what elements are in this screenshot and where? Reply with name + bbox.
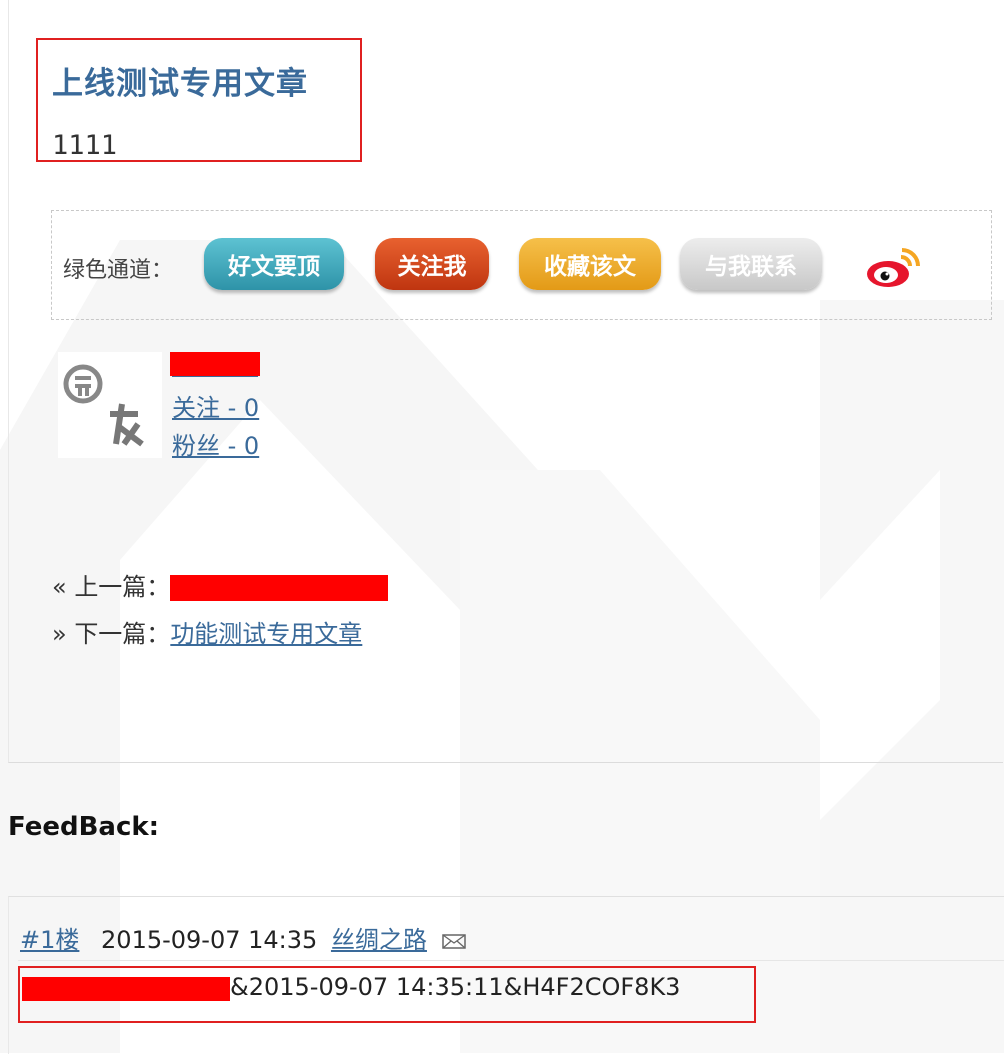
comment-content-redacted: [22, 977, 230, 1001]
post-body: 1111: [52, 130, 118, 161]
next-post-row: » 下一篇：功能测试专用文章: [52, 614, 362, 649]
prev-post-label: « 上一篇：: [52, 573, 171, 601]
prev-post-row: « 上一篇：: [52, 567, 389, 602]
next-post-link[interactable]: 功能测试专用文章: [170, 620, 362, 648]
prev-post-link[interactable]: [170, 573, 389, 601]
comment-floor-link[interactable]: #1楼: [20, 926, 79, 954]
comment-header: #1楼 2015-09-07 14:35 丝绸之路: [20, 920, 467, 955]
next-post-label: » 下一篇：: [52, 620, 171, 648]
weibo-icon[interactable]: [864, 244, 924, 290]
comment-divider: [18, 960, 1004, 961]
follow-count-link[interactable]: 关注 - 0: [172, 388, 259, 423]
recommend-button[interactable]: 好文要顶: [204, 238, 344, 290]
green-channel-label: 绿色通道：: [63, 258, 174, 283]
contact-me-button[interactable]: 与我联系: [680, 238, 822, 290]
follow-me-button[interactable]: 关注我: [375, 238, 489, 290]
author-name-redacted[interactable]: [170, 352, 260, 376]
comment-content: &2015-09-07 14:35:11&H4F2COF8K3: [230, 973, 681, 1001]
comment-author-link[interactable]: 丝绸之路: [331, 926, 427, 954]
bookmark-button[interactable]: 收藏该文: [519, 238, 661, 290]
feedback-heading: FeedBack:: [8, 812, 160, 842]
comment-date: 2015-09-07 14:35: [101, 926, 318, 954]
fans-count-link[interactable]: 粉丝 - 0: [172, 426, 259, 461]
mail-icon[interactable]: [441, 932, 467, 950]
prev-post-title-redacted: [170, 575, 389, 601]
author-name-underline: [172, 376, 258, 377]
post-title[interactable]: 上线测试专用文章: [52, 58, 308, 103]
avatar-icon[interactable]: [58, 352, 162, 458]
